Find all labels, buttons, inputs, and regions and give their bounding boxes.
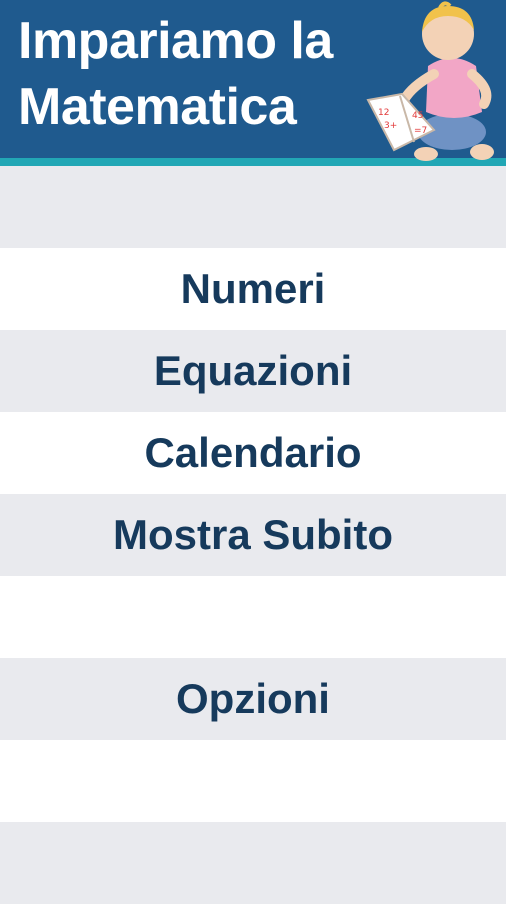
menu-item-opzioni[interactable]: Opzioni xyxy=(0,658,506,740)
app-title: Impariamo la Matematica xyxy=(18,8,333,140)
menu-item-label: Calendario xyxy=(144,429,362,476)
menu-item-equazioni[interactable]: Equazioni xyxy=(0,330,506,412)
menu-item-mostra-subito[interactable]: Mostra Subito xyxy=(0,494,506,576)
menu-item-calendario[interactable]: Calendario xyxy=(0,412,506,494)
svg-text:3+: 3+ xyxy=(384,121,397,131)
app-header: Impariamo la Matematica 12 3+ 45 =7 xyxy=(0,0,506,166)
menu-item-numeri[interactable]: Numeri xyxy=(0,248,506,330)
baby-reading-illustration: 12 3+ 45 =7 xyxy=(366,1,494,161)
menu-spacer-last xyxy=(0,822,506,904)
menu-item-label: Mostra Subito xyxy=(113,511,393,558)
svg-text:12: 12 xyxy=(378,108,389,118)
menu-item-label: Numeri xyxy=(180,265,326,312)
menu-spacer-middle xyxy=(0,576,506,658)
menu-item-label: Equazioni xyxy=(153,347,353,394)
menu-spacer-top xyxy=(0,166,506,248)
menu-spacer-bottom xyxy=(0,740,506,822)
app-title-line1: Impariamo la xyxy=(18,12,333,70)
app-title-line2: Matematica xyxy=(18,78,297,136)
svg-text:=7: =7 xyxy=(414,126,427,136)
svg-text:45: 45 xyxy=(412,111,423,121)
menu-item-label: Opzioni xyxy=(176,675,330,722)
main-menu: Numeri Equazioni Calendario Mostra Subit… xyxy=(0,166,506,904)
